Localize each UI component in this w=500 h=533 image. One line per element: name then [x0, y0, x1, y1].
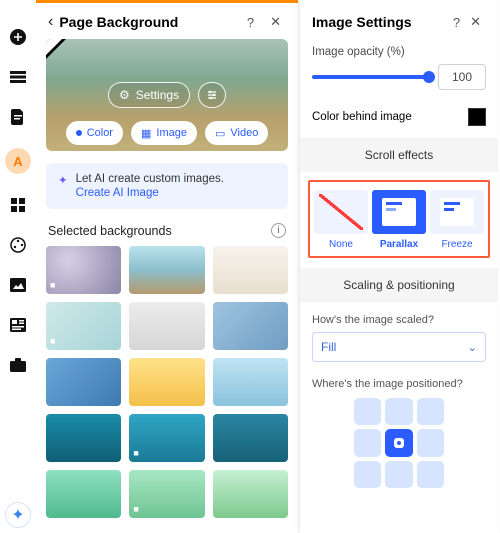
background-thumb[interactable] [213, 246, 288, 294]
scroll-effect-none[interactable]: None [314, 190, 368, 250]
background-preview: ⚙ Settings Color ▦Image ▭Video [46, 39, 288, 151]
color-dot-icon [76, 130, 82, 136]
help-button[interactable]: ? [242, 15, 259, 30]
background-thumb[interactable] [213, 414, 288, 462]
ai-suggestion-card: ✦ Let AI create custom images. Create AI… [46, 163, 288, 209]
background-thumb[interactable] [213, 470, 288, 518]
gear-icon: ⚙ [119, 88, 130, 102]
settings-button[interactable]: ⚙ Settings [108, 82, 190, 108]
media-icon[interactable] [9, 276, 27, 294]
scaling-header: Scaling & positioning [300, 268, 498, 302]
color-tab[interactable]: Color [66, 121, 123, 145]
selected-backgrounds-label: Selected backgrounds [48, 224, 172, 238]
opacity-label: Image opacity (%) [312, 46, 486, 58]
add-icon[interactable] [9, 28, 27, 46]
sliders-icon [206, 89, 218, 101]
scroll-effects-group: None Parallax Freeze [308, 180, 490, 258]
apps-icon[interactable] [9, 196, 27, 214]
ai-spark-fab[interactable]: ✦ [5, 502, 31, 528]
background-thumb[interactable] [213, 302, 288, 350]
background-thumb[interactable]: ■ [129, 470, 204, 518]
position-center[interactable] [385, 429, 412, 456]
background-thumb[interactable] [129, 302, 204, 350]
scale-label: How's the image scaled? [300, 302, 498, 332]
back-button[interactable]: ‹ [48, 13, 53, 31]
close-button[interactable]: ✕ [265, 14, 286, 30]
video-badge-icon: ■ [50, 280, 55, 290]
background-thumb[interactable] [213, 358, 288, 406]
ai-design-icon[interactable]: A [5, 148, 31, 174]
background-thumb[interactable] [129, 358, 204, 406]
scroll-effects-header: Scroll effects [300, 138, 498, 172]
settings-help-button[interactable]: ? [448, 15, 465, 30]
image-settings-panel: Image Settings ? ✕ Image opacity (%) 100… [300, 0, 498, 533]
position-grid[interactable] [354, 398, 444, 488]
video-tab[interactable]: ▭Video [205, 121, 268, 145]
background-thumb[interactable] [129, 246, 204, 294]
video-badge-icon: ■ [50, 336, 55, 346]
video-badge-icon: ■ [133, 504, 138, 514]
opacity-input[interactable]: 100 [438, 64, 486, 90]
position-label: Where's the image positioned? [300, 362, 498, 398]
background-thumb[interactable] [46, 414, 121, 462]
scroll-effect-parallax[interactable]: Parallax [372, 190, 426, 250]
background-thumb[interactable] [46, 470, 121, 518]
image-tab[interactable]: ▦Image [131, 121, 197, 145]
content-icon[interactable] [9, 316, 27, 334]
spark-icon: ✦ [58, 173, 68, 199]
background-thumb[interactable]: ■ [46, 302, 121, 350]
settings-title: Image Settings [312, 14, 448, 30]
adjust-button[interactable] [198, 82, 226, 108]
left-rail: A [0, 0, 36, 533]
chevron-down-icon: ⌄ [468, 341, 477, 354]
page-icon[interactable] [9, 108, 27, 126]
info-icon[interactable]: i [271, 223, 286, 238]
background-thumb[interactable]: ■ [129, 414, 204, 462]
theme-icon[interactable] [9, 236, 27, 254]
video-badge-icon: ■ [133, 448, 138, 458]
business-icon[interactable] [9, 356, 27, 374]
video-icon: ▭ [215, 127, 225, 140]
color-behind-swatch[interactable] [468, 108, 486, 126]
settings-close-button[interactable]: ✕ [465, 14, 486, 30]
color-behind-label: Color behind image [312, 111, 412, 123]
panel-title: Page Background [59, 14, 236, 30]
scale-select[interactable]: Fill ⌄ [312, 332, 486, 362]
image-icon: ▦ [141, 127, 151, 140]
backgrounds-grid: ■ ■ ■ ■ [36, 246, 298, 528]
background-thumb[interactable]: ■ [46, 246, 121, 294]
create-ai-image-link[interactable]: Create AI Image [76, 187, 224, 199]
background-thumb[interactable] [46, 358, 121, 406]
sections-icon[interactable] [9, 68, 27, 86]
page-background-panel: ‹ Page Background ? ✕ ⚙ Settings Color ▦… [36, 0, 298, 533]
opacity-slider[interactable] [312, 75, 430, 79]
scroll-effect-freeze[interactable]: Freeze [430, 190, 484, 250]
